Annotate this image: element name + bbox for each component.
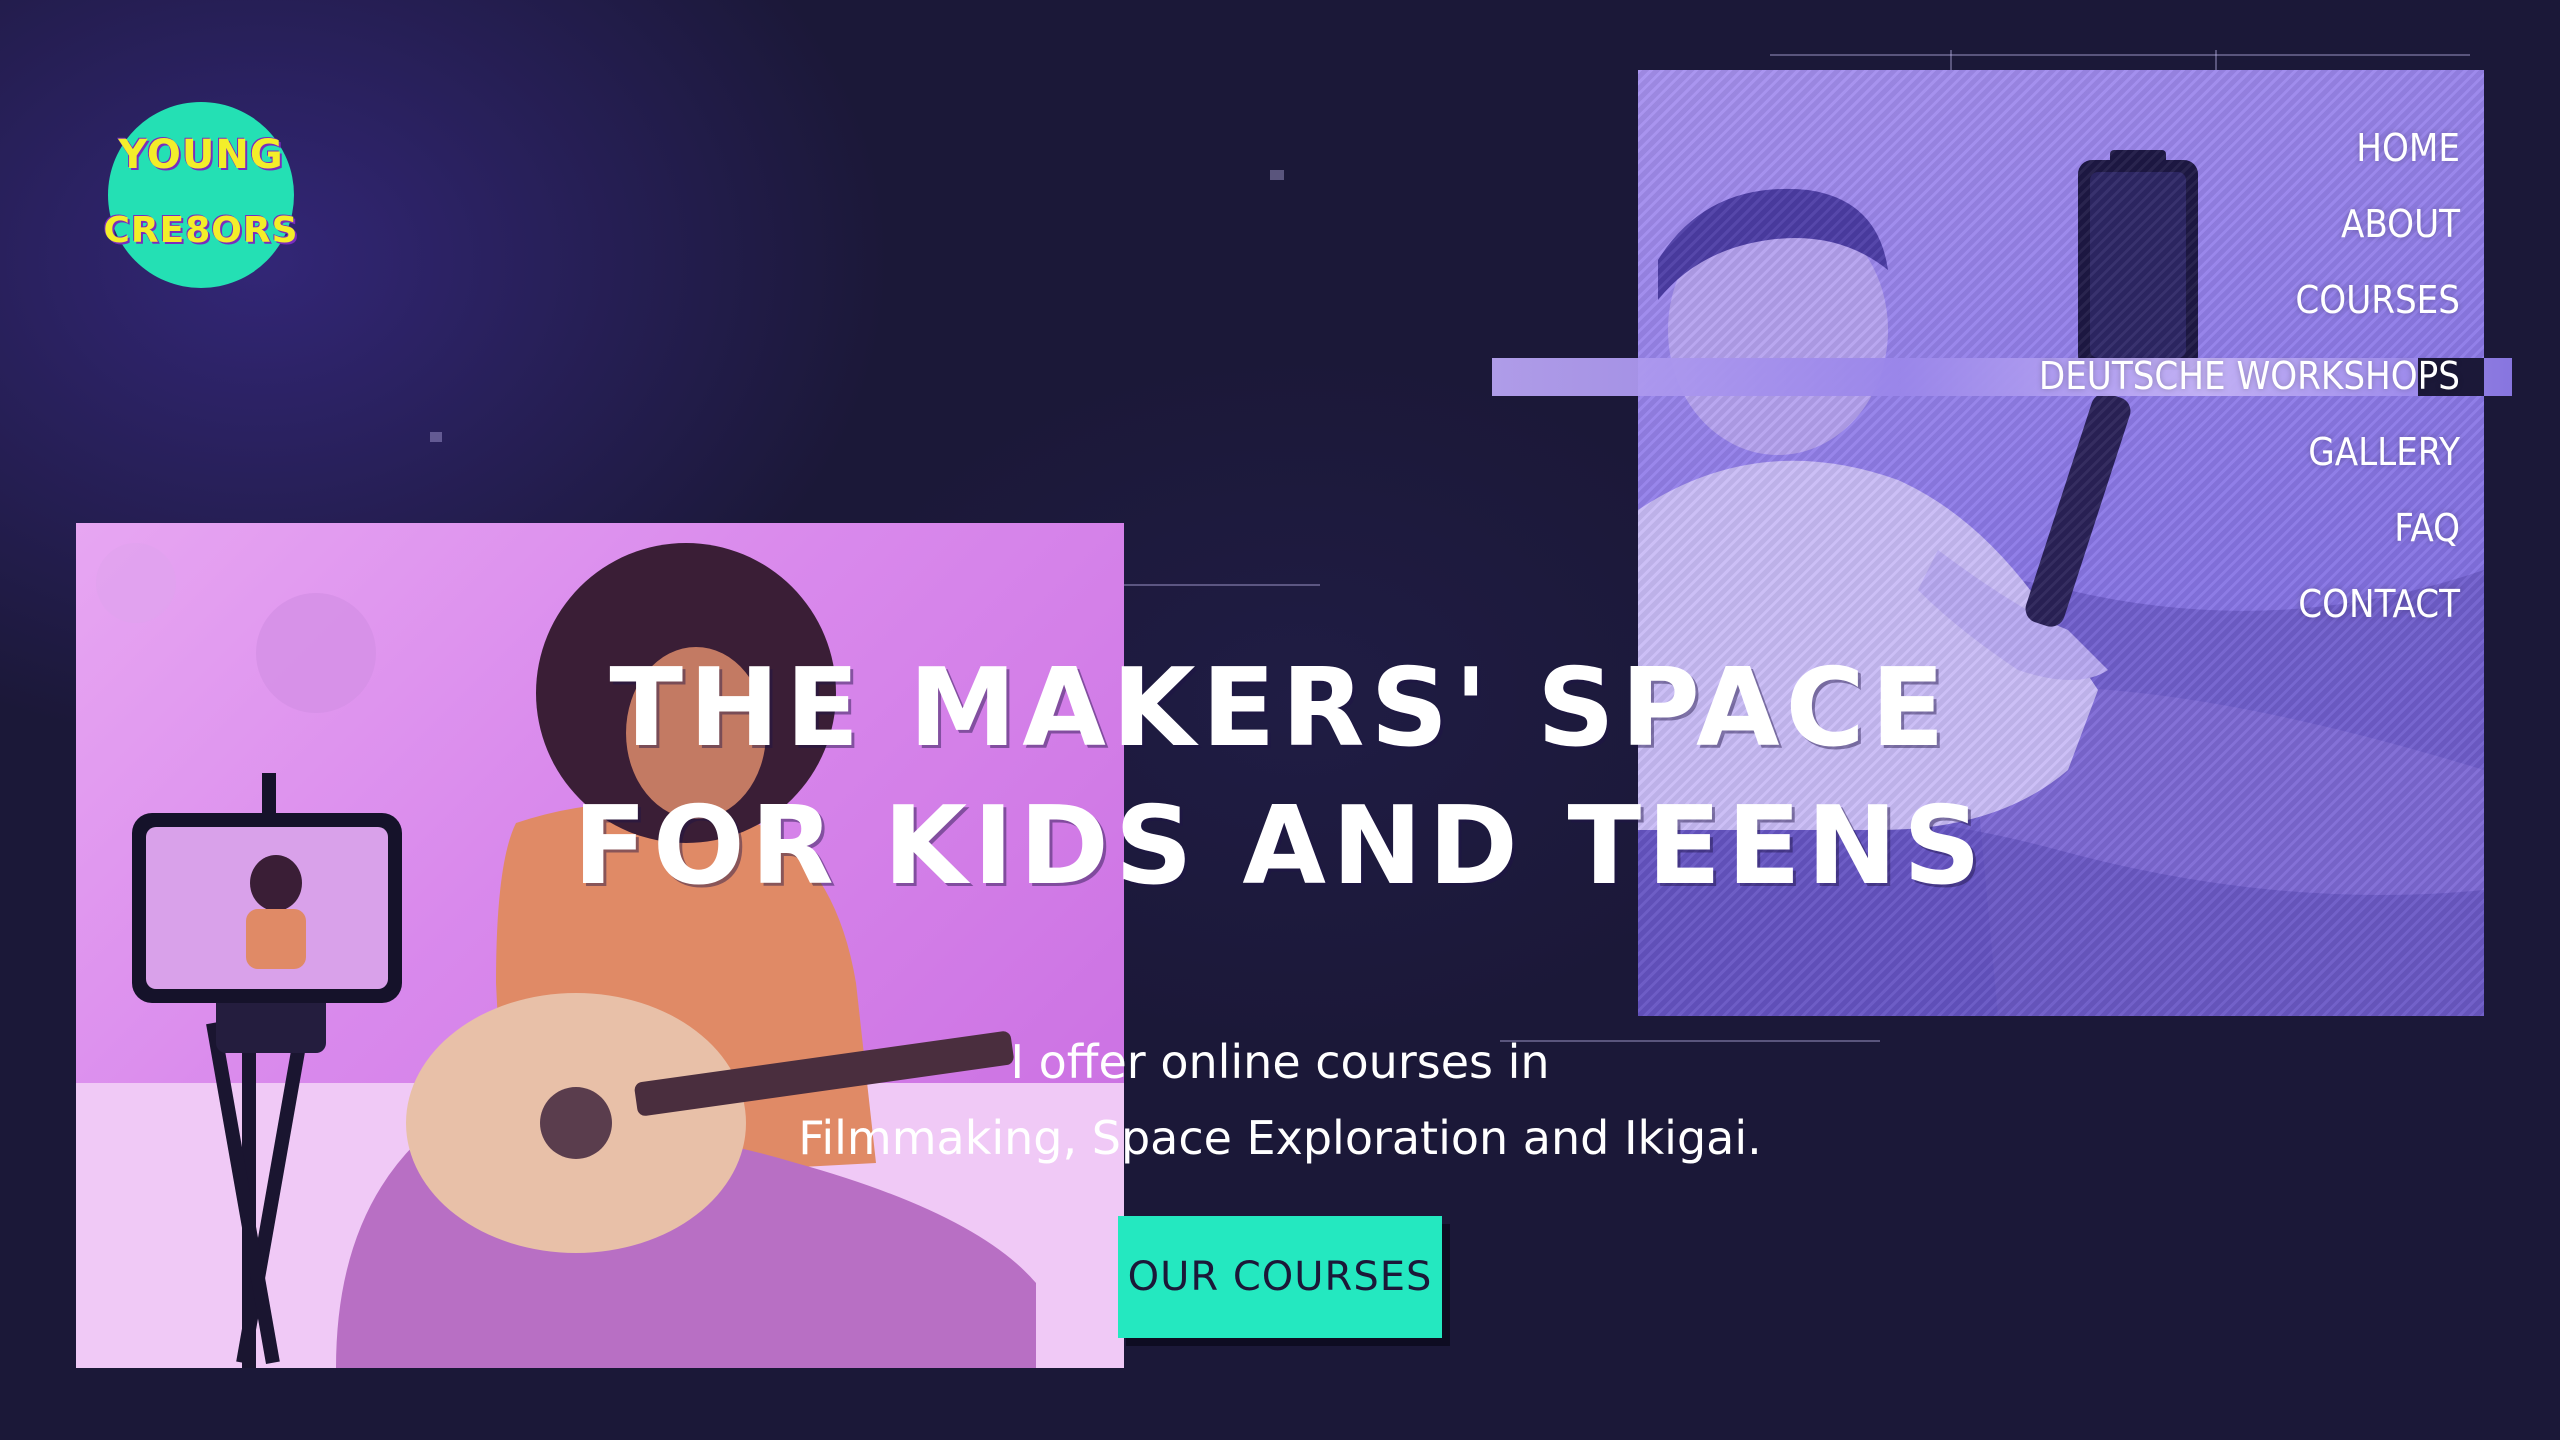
decorative-line <box>1120 584 1320 586</box>
nav-item-label: ABOUT <box>2341 202 2460 246</box>
nav-item-contact[interactable]: CONTACT <box>2039 566 2460 642</box>
logo-text-line1: Young <box>118 132 284 178</box>
nav-item-home[interactable]: HOME <box>2039 110 2460 186</box>
nav-item-label: DEUTSCHE WORKSHOPS <box>2038 354 2460 398</box>
decorative-line <box>430 432 442 442</box>
nav-item-courses[interactable]: COURSES <box>2039 262 2460 338</box>
hero-title-line2: FOR KIDS AND TEENS <box>573 784 1987 909</box>
nav-item-deutsche-workshops[interactable]: DEUTSCHE WORKSHOPS <box>2039 338 2460 414</box>
nav-item-label: CONTACT <box>2298 582 2460 626</box>
main-navigation: HOME ABOUT COURSES DEUTSCHE WORKSHOPS GA… <box>2039 110 2460 642</box>
nav-item-label: HOME <box>2356 126 2460 170</box>
nav-item-label: GALLERY <box>2308 430 2460 474</box>
hero-subtitle-line2: Filmmaking, Space Exploration and Ikigai… <box>798 1111 1762 1165</box>
decorative-line <box>1770 54 2470 56</box>
nav-item-gallery[interactable]: GALLERY <box>2039 414 2460 490</box>
brand-logo[interactable]: Young Cre8ors <box>103 102 298 288</box>
hero-subtitle-line1: I offer online courses in <box>1010 1035 1550 1089</box>
nav-item-label: FAQ <box>2394 506 2460 550</box>
our-courses-button[interactable]: OUR COURSES <box>1118 1216 1442 1338</box>
logo-text-line2: Cre8ors <box>103 210 299 251</box>
hero-section: Young Cre8ors HOME ABOUT COURSES DEUTSCH… <box>0 0 2560 1440</box>
nav-item-label: COURSES <box>2295 278 2460 322</box>
hero-title: THE MAKERS' SPACE FOR KIDS AND TEENS <box>540 640 2020 916</box>
nav-item-about[interactable]: ABOUT <box>2039 186 2460 262</box>
hero-title-line1: THE MAKERS' SPACE <box>609 646 1951 771</box>
nav-item-faq[interactable]: FAQ <box>2039 490 2460 566</box>
hero-subtitle: I offer online courses in Filmmaking, Sp… <box>640 1024 1920 1176</box>
decorative-line <box>1270 170 1284 180</box>
